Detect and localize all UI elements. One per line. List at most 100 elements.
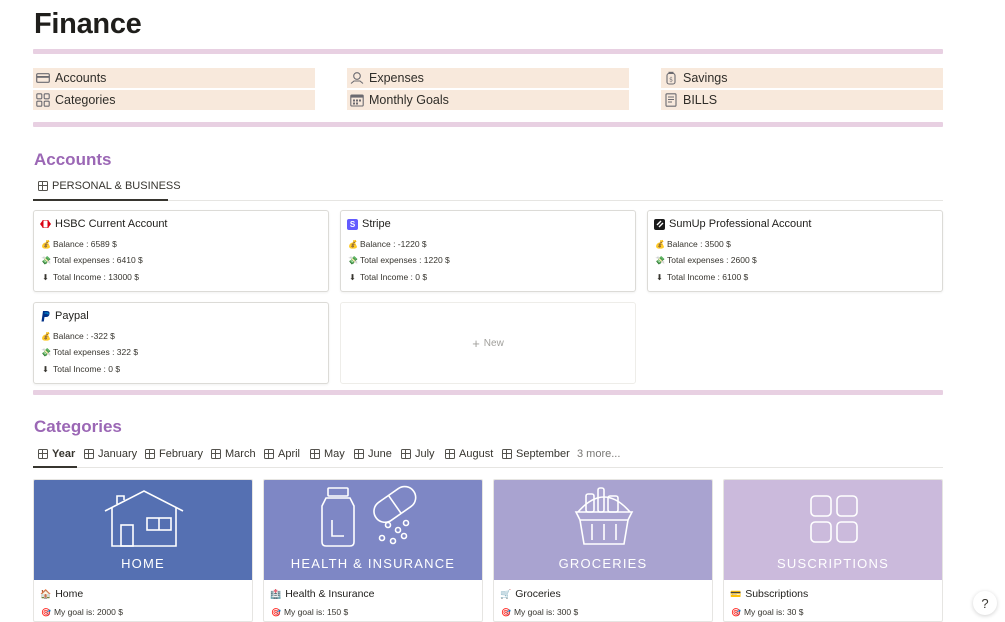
money-bag-icon: 💰 — [655, 239, 665, 249]
tab-year[interactable]: Year — [38, 445, 75, 463]
nav-label: Monthly Goals — [369, 93, 449, 107]
account-card-sumup[interactable]: SumUp Professional Account 💰 Balance : 35… — [647, 210, 943, 292]
new-label: New — [483, 337, 504, 349]
category-card-home[interactable]: HOME 🏠 Home 🎯 My goal is: 2000 $ — [33, 479, 253, 622]
categories-heading: Categories — [34, 417, 122, 436]
income-row: ⬇ Total Income : 0 $ — [41, 364, 120, 374]
account-card-paypal[interactable]: Paypal 💰 Balance : -322 $ 💸 Total expenses… — [33, 302, 329, 384]
credit-card-emoji-icon: 💳 — [730, 588, 742, 599]
money-hand-icon — [350, 71, 364, 85]
page-title: Finance — [34, 8, 142, 40]
tab-april[interactable]: April — [264, 445, 300, 463]
new-account-button[interactable]: + New — [340, 302, 636, 384]
nav-label: BILLS — [683, 93, 718, 107]
help-button[interactable]: ? — [973, 591, 997, 615]
house-emoji-icon: 🏠 — [40, 588, 52, 599]
paypal-logo-icon — [40, 310, 51, 322]
tab-september[interactable]: September — [502, 445, 570, 463]
account-name: Stripe — [362, 218, 391, 230]
table-icon — [145, 449, 155, 459]
nav-label: Accounts — [55, 71, 107, 85]
balance-value: Balance : 6589 $ — [53, 239, 117, 249]
money-bag-icon: 💰 — [348, 239, 358, 249]
tab-january[interactable]: January — [84, 445, 137, 463]
cover-label: HEALTH & INSURANCE — [290, 556, 456, 571]
expenses-row: 💸 Total expenses : 322 $ — [41, 347, 138, 357]
category-name: Health & Insurance — [285, 588, 375, 600]
nav-expenses[interactable]: Expenses — [347, 68, 629, 88]
table-icon — [211, 449, 221, 459]
tab-label: August — [459, 448, 494, 460]
expenses-value: Total expenses : 322 $ — [53, 347, 139, 357]
tab-august[interactable]: August — [445, 445, 493, 463]
income-icon: ⬇ — [42, 272, 49, 282]
cover-image: HEALTH & INSURANCE — [264, 480, 482, 580]
divider — [33, 390, 943, 395]
income-icon: ⬇ — [349, 272, 356, 282]
tabs-divider — [33, 200, 943, 201]
category-card-subscriptions[interactable]: SUSCRIPTIONS 💳 Subscriptions 🎯 My goal is:… — [723, 479, 943, 622]
stripe-logo-icon: S — [347, 218, 358, 230]
money-bag-icon: 💰 — [41, 331, 51, 341]
target-icon: 🎯 — [41, 607, 51, 617]
account-name: Paypal — [55, 310, 89, 322]
balance-value: Balance : 3500 $ — [667, 239, 731, 249]
grid-squares-icon — [36, 93, 50, 107]
income-row: ⬇ Total Income : 0 $ — [348, 272, 427, 282]
hospital-icon: 🏥 — [270, 588, 282, 599]
active-tab-indicator — [33, 466, 77, 468]
tab-label: February — [159, 448, 204, 460]
nav-savings[interactable]: $ Savings — [661, 68, 943, 88]
credit-card-icon — [36, 71, 50, 85]
tab-may[interactable]: May — [310, 445, 345, 463]
expenses-value: Total expenses : 6410 $ — [53, 255, 143, 265]
tab-june[interactable]: June — [354, 445, 392, 463]
balance-row: 💰 Balance : 6589 $ — [41, 239, 117, 249]
cover-image: SUSCRIPTIONS — [724, 480, 942, 580]
divider — [33, 49, 943, 54]
income-row: ⬇ Total Income : 13000 $ — [41, 272, 139, 282]
cover-label: GROCERIES — [558, 556, 648, 571]
card-title: Paypal — [40, 310, 89, 322]
goal-row: 🎯 My goal is: 2000 $ — [41, 607, 123, 617]
account-card-hsbc[interactable]: HSBC Current Account 💰 Balance : 6589 $ 💸… — [33, 210, 329, 292]
nav-bills[interactable]: BILLS — [661, 90, 943, 110]
plus-icon: + — [472, 335, 480, 351]
table-icon — [38, 449, 48, 459]
card-title: 🏥 Health & Insurance — [270, 588, 375, 600]
table-icon — [310, 449, 320, 459]
table-icon — [445, 449, 455, 459]
table-icon — [84, 449, 94, 459]
cover-label: HOME — [121, 556, 165, 571]
tab-february[interactable]: February — [145, 445, 203, 463]
balance-row: 💰 Balance : -1220 $ — [348, 239, 427, 249]
category-name: Subscriptions — [745, 588, 809, 600]
income-icon: ⬇ — [656, 272, 663, 282]
income-value: Total Income : 13000 $ — [53, 272, 140, 282]
category-name: Groceries — [515, 588, 561, 600]
tab-march[interactable]: March — [211, 445, 256, 463]
balance-value: Balance : -1220 $ — [360, 239, 427, 249]
nav-accounts[interactable]: Accounts — [33, 68, 315, 88]
divider — [33, 122, 943, 127]
account-card-stripe[interactable]: S Stripe 💰 Balance : -1220 $ 💸 Total expen… — [340, 210, 636, 292]
goal-value: My goal is: 300 $ — [513, 607, 579, 617]
category-card-groceries[interactable]: GROCERIES 🛒 Groceries 🎯 My goal is: 300 $ — [493, 479, 713, 622]
target-icon: 🎯 — [271, 607, 281, 617]
goal-row: 🎯 My goal is: 300 $ — [501, 607, 578, 617]
category-card-health[interactable]: HEALTH & INSURANCE 🏥 Health & Insurance 🎯… — [263, 479, 483, 622]
card-title: SumUp Professional Account — [654, 218, 811, 230]
money-wings-icon: 💸 — [348, 255, 358, 265]
nav-categories[interactable]: Categories — [33, 90, 315, 110]
tab-personal-business[interactable]: PERSONAL & BUSINESS — [38, 177, 181, 195]
card-title: S Stripe — [347, 218, 391, 230]
more-tabs-button[interactable]: 3 more... — [577, 445, 620, 463]
tab-july[interactable]: July — [401, 445, 435, 463]
target-icon: 🎯 — [501, 607, 511, 617]
tab-label: May — [324, 448, 345, 460]
goal-value: My goal is: 150 $ — [283, 607, 349, 617]
category-name: Home — [55, 588, 84, 600]
table-icon — [502, 449, 512, 459]
piggy-jar-icon: $ — [664, 71, 678, 85]
nav-monthly-goals[interactable]: Monthly Goals — [347, 90, 629, 110]
